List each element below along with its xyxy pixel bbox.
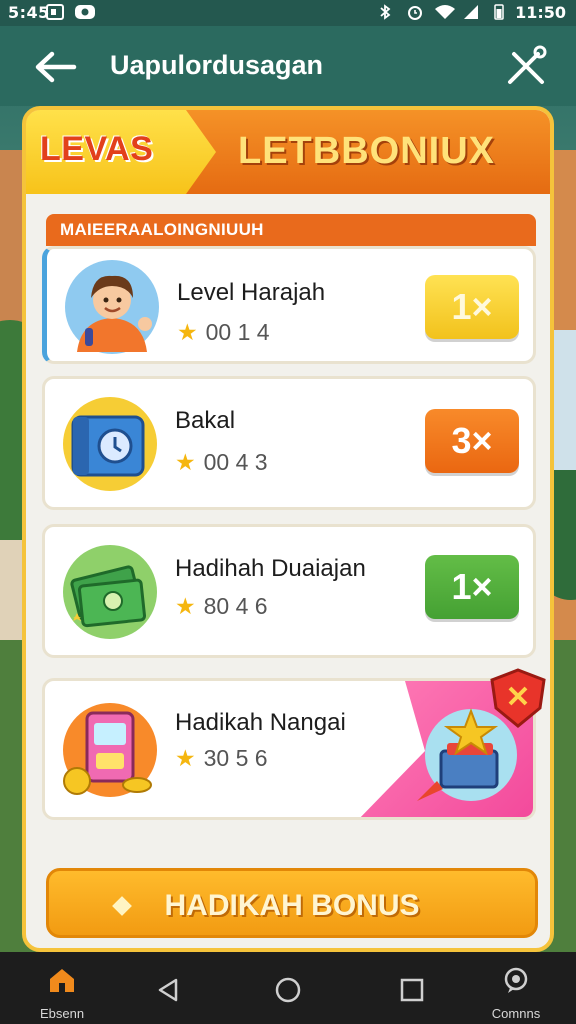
reward-rating: ★ 80 4 6 <box>175 593 268 620</box>
reward-name: Level Harajah <box>177 279 326 306</box>
star-icon: ★ <box>175 593 196 619</box>
nav-recents[interactable] <box>362 960 462 1020</box>
reward-rating-value: 80 4 6 <box>203 593 268 619</box>
reward-rating: ★ 00 4 3 <box>175 449 268 476</box>
app-notification-icon <box>75 5 95 19</box>
home-circle-icon <box>275 977 301 1003</box>
reward-name: Hadihah Duaiajan <box>175 555 366 582</box>
app-header: Uapulordusagan <box>0 26 576 106</box>
nav-home-circle[interactable] <box>238 960 338 1020</box>
status-time-right: 11:50 <box>515 3 566 22</box>
reward-rating: ★ 00 1 4 <box>177 319 270 346</box>
chat-bubble-icon <box>504 967 528 993</box>
status-time-left: 5:45 <box>8 3 50 22</box>
nav-home-label: Ebsenn <box>39 1006 85 1021</box>
reward-multiplier-badge: 1× <box>425 275 519 339</box>
reward-card[interactable]: Hadikah Nangai ★ 30 5 6 <box>42 678 536 820</box>
reward-rating-value: 30 5 6 <box>203 745 268 771</box>
nav-comms-label: Comnns <box>491 1006 541 1021</box>
cash-stack-icon <box>63 545 157 639</box>
arcade-machine-icon <box>63 703 157 797</box>
nav-home[interactable]: Ebsenn <box>12 960 112 1021</box>
banner-right-label: LETBBONIUX <box>238 130 495 172</box>
reward-multiplier-badge: 1× <box>425 555 519 619</box>
reward-rating-value: 00 1 4 <box>205 319 270 345</box>
star-icon: ★ <box>177 319 198 345</box>
reward-card[interactable]: Bakal ★ 00 4 3 3× <box>42 376 536 510</box>
page-title: Uapulordusagan <box>110 50 324 80</box>
signal-icon <box>464 5 478 19</box>
reward-rating-value: 00 4 3 <box>203 449 268 475</box>
claim-bonus-label: HADIKAH BONUS <box>164 889 420 922</box>
section-subheader: MAIEERAALOINGNIUUH <box>46 214 536 246</box>
bluetooth-icon <box>380 4 391 20</box>
recents-square-icon <box>400 978 424 1002</box>
home-icon <box>50 969 74 992</box>
reward-card[interactable]: Hadihah Duaiajan ★ 80 4 6 1× <box>42 524 536 658</box>
status-bar: 5:45 11:50 <box>0 0 576 26</box>
reward-card[interactable]: Level Harajah ★ 00 1 4 1× <box>42 246 536 364</box>
reward-panel: LETBBONIUX LEVAS MAIEERAALOINGNIUUH Leve… <box>22 106 554 952</box>
shield-badge-icon <box>490 668 546 728</box>
banner-left-section: LEVAS <box>26 110 216 194</box>
gallery-notification-icon <box>46 4 64 20</box>
character-icon <box>65 260 159 354</box>
star-icon: ★ <box>175 745 196 771</box>
alarm-icon <box>408 6 422 20</box>
reward-name: Bakal <box>175 407 236 434</box>
nav-comms[interactable]: Comnns <box>466 960 566 1021</box>
banner-left-label: LEVAS <box>40 130 154 168</box>
panel-banner: LETBBONIUX LEVAS <box>26 110 550 194</box>
navigation-bar: Ebsenn Comnns <box>0 952 576 1024</box>
reward-list-box: MAIEERAALOINGNIUUH Level Harajah ★ 00 1 4… <box>42 214 546 944</box>
wallet-icon <box>63 397 157 491</box>
section-subheader-label: MAIEERAALOINGNIUUH <box>60 220 264 239</box>
reward-rating: ★ 30 5 6 <box>175 745 268 772</box>
close-button[interactable] <box>502 42 550 90</box>
claim-bonus-button[interactable]: HADIKAH BONUS <box>46 868 538 938</box>
reward-name: Hadikah Nangai <box>175 709 346 736</box>
star-icon: ★ <box>175 449 196 475</box>
close-icon <box>508 45 547 84</box>
battery-icon <box>494 4 504 20</box>
nav-back[interactable] <box>118 960 218 1020</box>
reward-multiplier-badge: 3× <box>425 409 519 473</box>
back-button[interactable] <box>30 44 80 90</box>
back-triangle-icon <box>158 978 178 1002</box>
arrow-left-icon <box>35 51 77 83</box>
wifi-icon <box>435 5 455 19</box>
